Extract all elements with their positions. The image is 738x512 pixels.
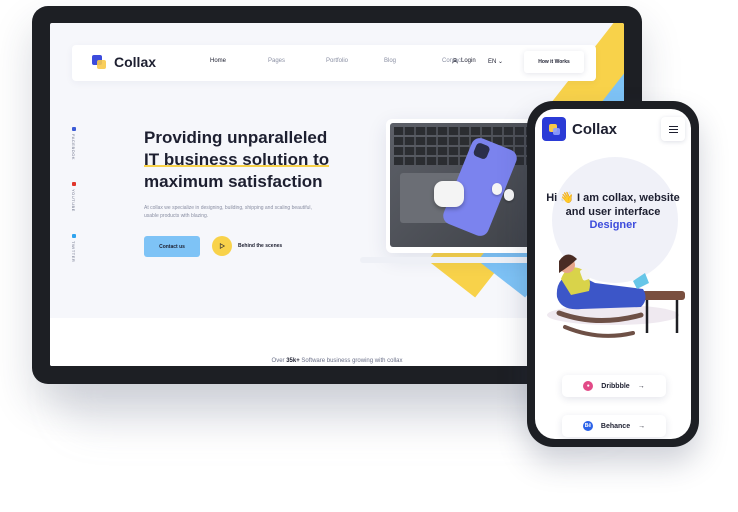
behind-scenes-link[interactable]: Behind the scenes xyxy=(212,236,282,256)
social-twitter[interactable]: TWITTER xyxy=(71,233,76,263)
youtube-icon xyxy=(71,182,76,187)
earbud-image xyxy=(492,183,502,195)
facebook-icon xyxy=(71,127,76,131)
nav-portfolio[interactable]: Portfolio xyxy=(326,58,384,64)
mobile-phone: Collax Hi 👋 I am collax, website and use… xyxy=(527,101,699,447)
over-suffix: Software business growing with collax xyxy=(301,358,403,364)
play-icon xyxy=(212,236,232,256)
twitter-icon xyxy=(71,233,76,238)
login-link[interactable]: Login xyxy=(452,58,476,64)
hero-photo xyxy=(390,123,532,247)
mobile-logo-text: Collax xyxy=(572,120,618,138)
hamburger-menu-icon[interactable] xyxy=(661,117,685,141)
reclining-person-illustration xyxy=(547,254,685,338)
hero-title-line-2: IT business solution to xyxy=(144,150,330,169)
behance-link[interactable]: Bē Behance → xyxy=(562,415,666,437)
dribbble-label: Dribbble xyxy=(601,382,630,390)
facebook-label: FACEBOOK xyxy=(71,134,76,161)
twitter-label: TWITTER xyxy=(71,240,76,263)
login-label: Login xyxy=(461,58,476,64)
earbuds-case-image xyxy=(434,181,464,207)
behind-scenes-label: Behind the scenes xyxy=(238,243,283,249)
logo-mark-icon xyxy=(542,117,566,141)
mobile-hero-line-1: Hi 👋 I am collax, website xyxy=(546,192,680,204)
behance-icon: Bē xyxy=(582,421,593,431)
hero-title: Providing unparalleled IT business solut… xyxy=(144,127,374,193)
nav-home[interactable]: Home xyxy=(210,58,268,64)
how-it-works-button[interactable]: How it Works xyxy=(524,51,584,73)
language-label: EN xyxy=(488,59,497,65)
mobile-logo[interactable]: Collax xyxy=(542,117,617,141)
logo-text: Collax xyxy=(114,54,157,70)
over-prefix: Over xyxy=(271,358,285,364)
social-facebook[interactable]: FACEBOOK xyxy=(71,127,76,160)
social-sidebar: FACEBOOK YOUTUBE TWITTER xyxy=(71,127,76,262)
hero-title-line-3: maximum satisfaction xyxy=(144,172,323,191)
hero-description: At collax we specialize in designing, bu… xyxy=(144,205,312,219)
mobile-hero-line-2: and user interface xyxy=(565,206,661,218)
youtube-label: YOUTUBE xyxy=(71,189,76,212)
hero-title-line-1: Providing unparalleled xyxy=(144,128,328,147)
nav-pages[interactable]: Pages xyxy=(268,58,326,64)
language-select[interactable]: EN ⌄ xyxy=(488,58,503,65)
behance-label: Behance xyxy=(600,422,631,430)
earbud-image xyxy=(504,189,514,201)
nav-blog[interactable]: Blog xyxy=(384,58,442,64)
hero-image-laptop xyxy=(386,119,536,253)
mobile-hero-designer: Designer xyxy=(589,219,637,231)
desktop-logo[interactable]: Collax xyxy=(92,54,156,70)
arrow-right-icon: → xyxy=(637,382,645,390)
desktop-navbar: Collax Home Pages Portfolio Blog Contact… xyxy=(72,45,596,81)
arrow-right-icon: → xyxy=(638,422,646,430)
mobile-hero-text: Hi 👋 I am collax, website and user inter… xyxy=(539,191,687,219)
over-count: 35k+ xyxy=(286,358,300,364)
social-youtube[interactable]: YOUTUBE xyxy=(71,182,76,212)
dribbble-icon: ● xyxy=(583,381,594,391)
user-icon xyxy=(452,58,458,64)
chevron-down-icon: ⌄ xyxy=(498,59,504,65)
mobile-screen: Collax Hi 👋 I am collax, website and use… xyxy=(535,109,691,439)
showcase-stage: Collax Home Pages Portfolio Blog Contact… xyxy=(0,0,738,512)
laptop-base xyxy=(360,257,538,263)
dribbble-link[interactable]: ● Dribbble → xyxy=(562,375,666,397)
contact-us-button[interactable]: Contact us xyxy=(144,236,200,257)
logo-mark-icon xyxy=(92,55,106,69)
